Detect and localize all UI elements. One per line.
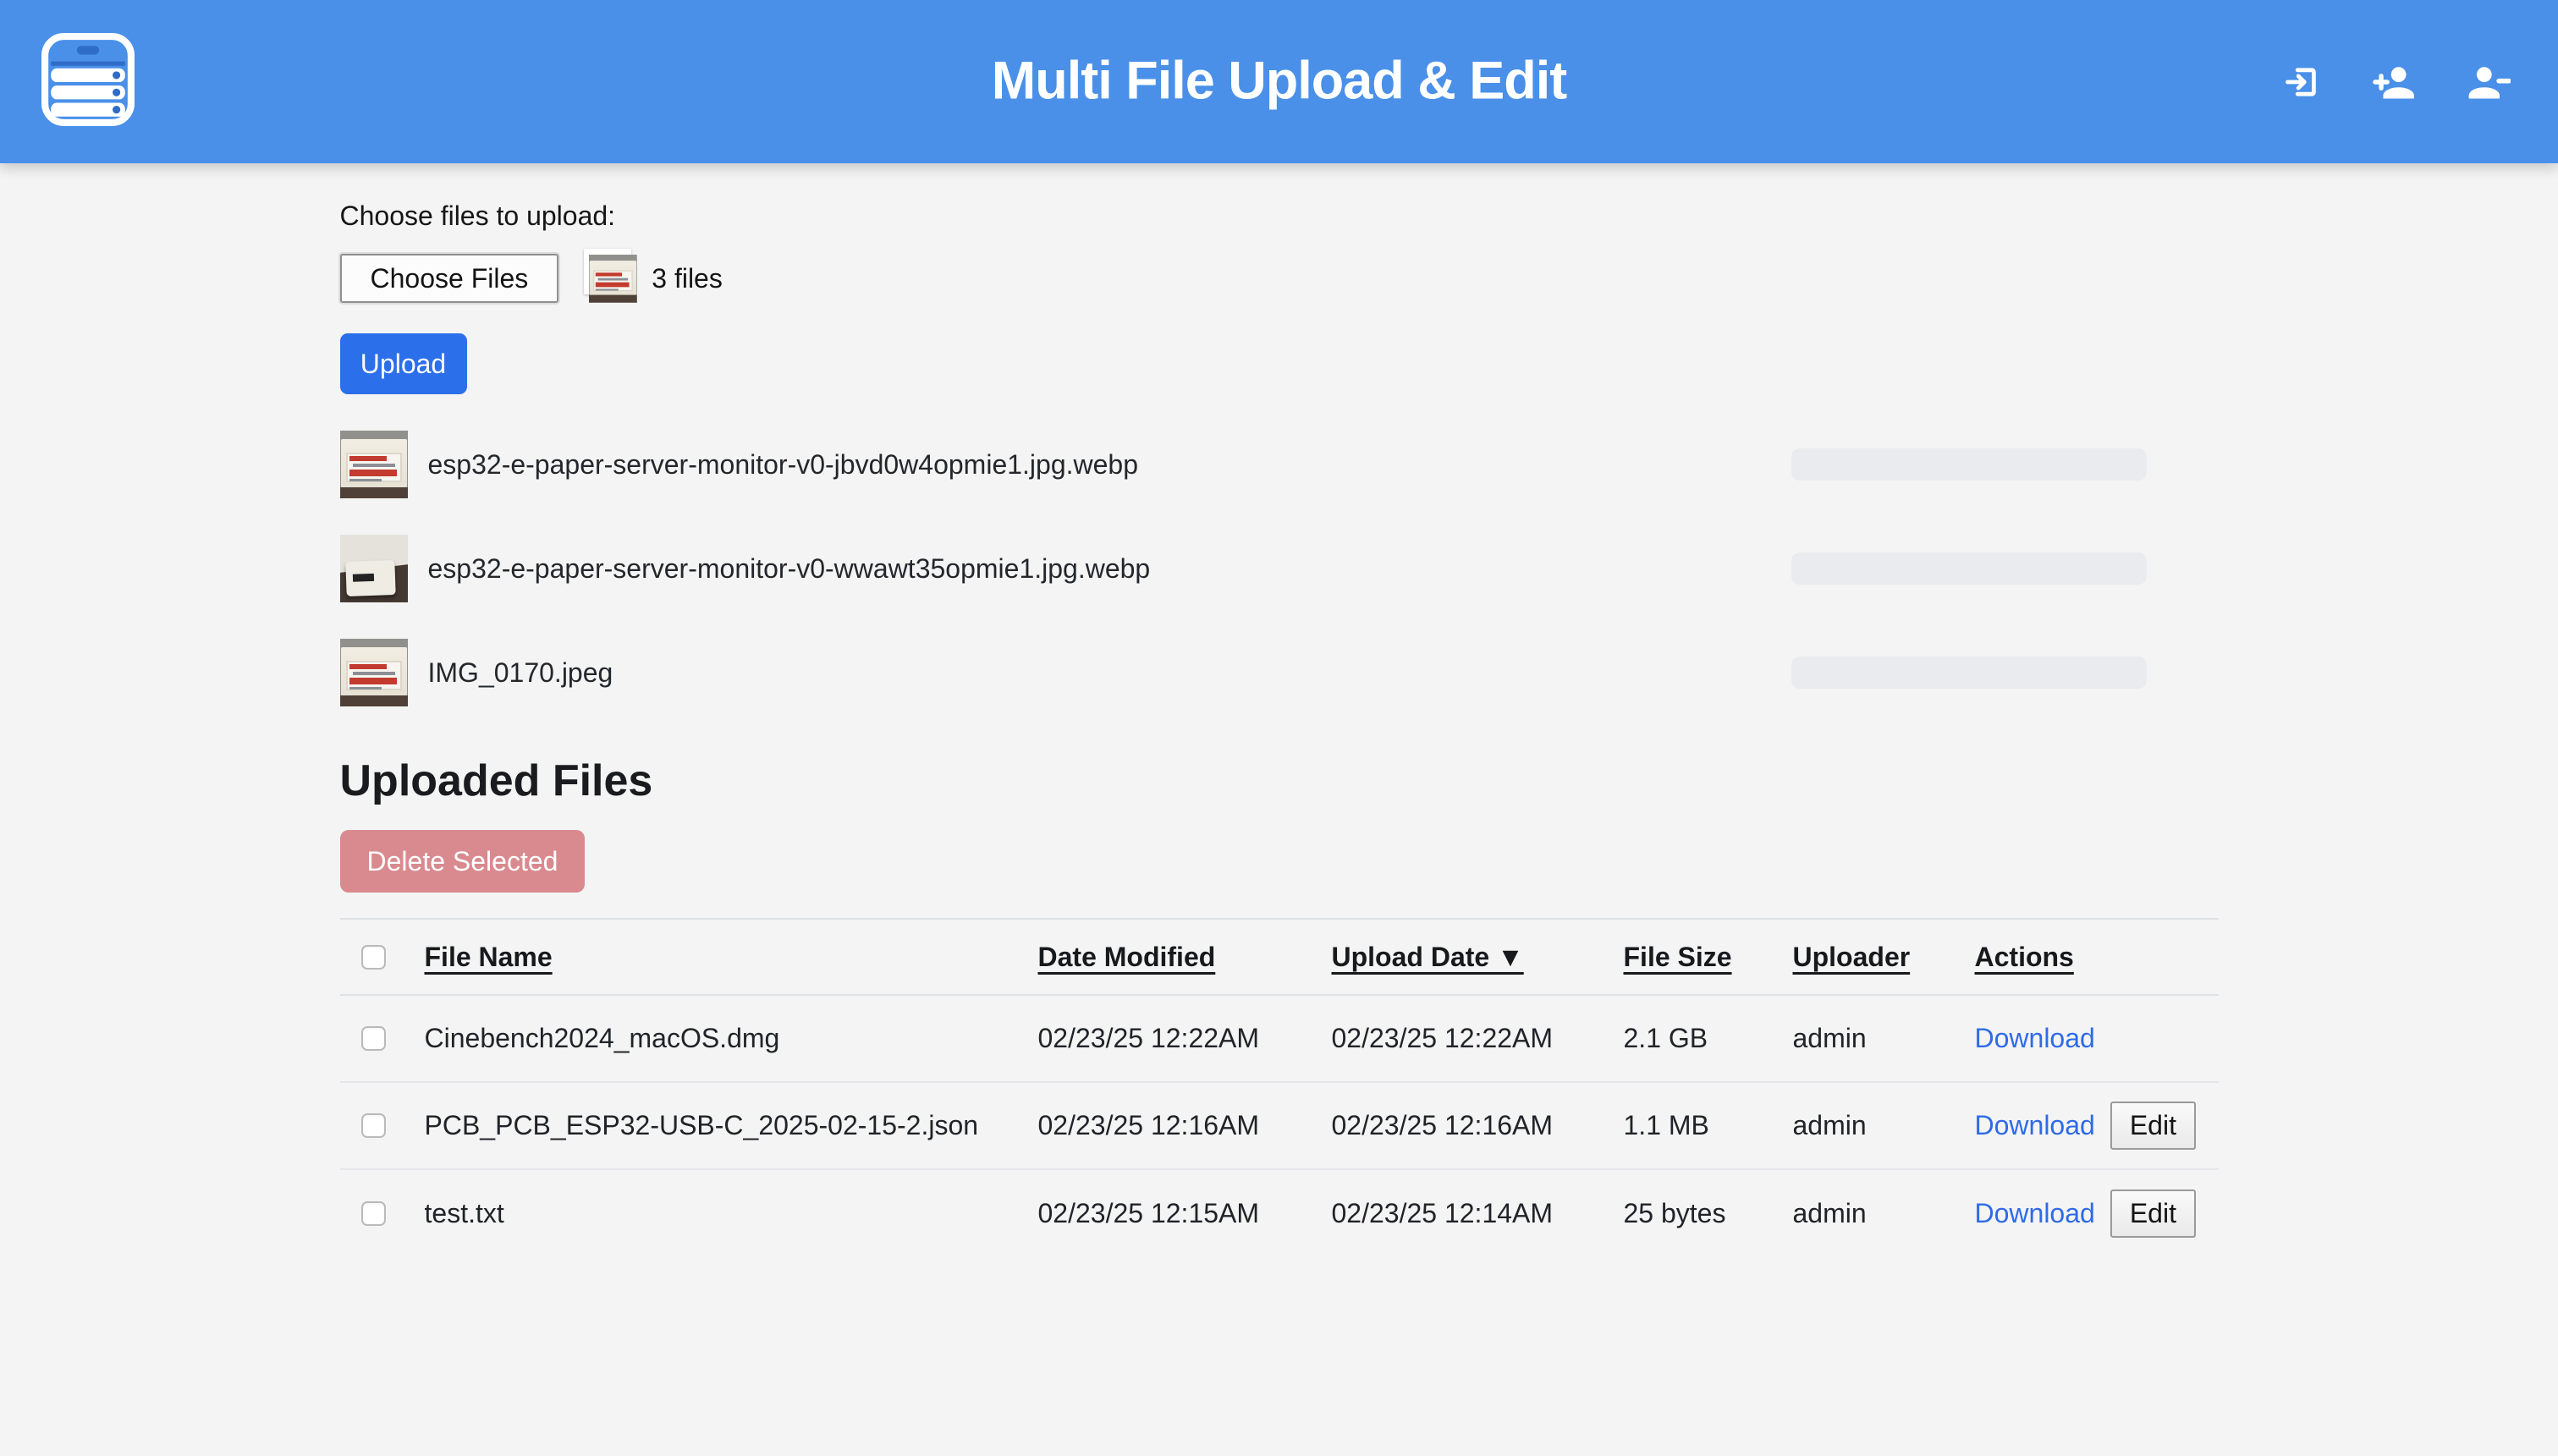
download-link[interactable]: Download <box>1975 1198 2095 1229</box>
column-header-actions[interactable]: Actions <box>1975 942 2074 972</box>
file-photo-thumbnail <box>340 431 408 498</box>
uploaded-files-heading: Uploaded Files <box>340 755 2219 806</box>
cell-file-name: Cinebench2024_macOS.dmg <box>425 1023 1038 1054</box>
edit-button[interactable]: Edit <box>2110 1190 2196 1238</box>
file-input-row: Choose Files 3 files <box>340 254 2219 303</box>
page-title: Multi File Upload & Edit <box>992 50 1566 111</box>
row-checkbox[interactable] <box>361 1026 386 1051</box>
cell-date-modified: 02/23/25 12:16AM <box>1038 1110 1332 1141</box>
upload-progress-bar <box>1791 552 2147 585</box>
cell-date-modified: 02/23/25 12:22AM <box>1038 1023 1332 1054</box>
column-header-upload-date[interactable]: Upload Date ▼ <box>1332 942 1524 972</box>
upload-progress-bar <box>1791 448 2147 481</box>
delete-selected-button[interactable]: Delete Selected <box>340 830 586 893</box>
column-header-file-size[interactable]: File Size <box>1624 942 1732 972</box>
column-header-uploader[interactable]: Uploader <box>1793 942 1911 972</box>
upload-button[interactable]: Upload <box>340 333 467 394</box>
pending-file-row: IMG_0170.jpeg <box>340 639 2219 706</box>
login-icon[interactable] <box>2282 63 2321 102</box>
cell-file-name: PCB_PCB_ESP32-USB-C_2025-02-15-2.json <box>425 1110 1038 1141</box>
uploaded-files-table: File Name Date Modified Upload Date ▼ Fi… <box>340 918 2219 1257</box>
header-actions <box>2282 0 2511 163</box>
cell-uploader: admin <box>1793 1198 1975 1229</box>
cell-file-name: test.txt <box>425 1198 1038 1229</box>
pending-file-row: esp32-e-paper-server-monitor-v0-wwawt35o… <box>340 535 2219 602</box>
choose-files-label: Choose files to upload: <box>340 201 2219 232</box>
app-header: Multi File Upload & Edit <box>0 0 2558 163</box>
photo-thumbnail <box>589 255 637 303</box>
choose-files-button[interactable]: Choose Files <box>340 254 559 303</box>
cell-upload-date: 02/23/25 12:14AM <box>1332 1198 1624 1229</box>
pending-file-name: esp32-e-paper-server-monitor-v0-jbvd0w4o… <box>428 449 1139 481</box>
column-header-date-modified[interactable]: Date Modified <box>1038 942 1216 972</box>
file-photo-thumbnail <box>340 639 408 706</box>
cell-date-modified: 02/23/25 12:15AM <box>1038 1198 1332 1229</box>
download-link[interactable]: Download <box>1975 1023 2095 1054</box>
cell-upload-date: 02/23/25 12:22AM <box>1332 1023 1624 1054</box>
edit-button[interactable]: Edit <box>2110 1102 2196 1150</box>
pending-upload-list: esp32-e-paper-server-monitor-v0-jbvd0w4o… <box>340 431 2219 706</box>
row-checkbox[interactable] <box>361 1201 386 1226</box>
person-add-icon[interactable] <box>2372 60 2416 104</box>
cell-upload-date: 02/23/25 12:16AM <box>1332 1110 1624 1141</box>
main-content: Choose files to upload: Choose Files 3 f… <box>340 163 2219 1257</box>
download-link[interactable]: Download <box>1975 1110 2095 1141</box>
cell-uploader: admin <box>1793 1023 1975 1054</box>
upload-progress-bar <box>1791 657 2147 689</box>
table-header-row: File Name Date Modified Upload Date ▼ Fi… <box>340 918 2219 996</box>
table-row: PCB_PCB_ESP32-USB-C_2025-02-15-2.json 02… <box>340 1083 2219 1170</box>
cell-file-size: 2.1 GB <box>1624 1023 1793 1054</box>
cell-uploader: admin <box>1793 1110 1975 1141</box>
person-remove-icon[interactable] <box>2467 60 2511 104</box>
row-checkbox[interactable] <box>361 1113 386 1138</box>
selected-files-thumbnail <box>589 255 638 303</box>
column-header-file-name[interactable]: File Name <box>425 942 553 972</box>
cell-file-size: 25 bytes <box>1624 1198 1793 1229</box>
file-photo-thumbnail <box>340 535 408 602</box>
server-stack-logo-icon <box>41 32 135 127</box>
table-row: test.txt 02/23/25 12:15AM 02/23/25 12:14… <box>340 1170 2219 1257</box>
pending-file-name: IMG_0170.jpeg <box>428 657 613 689</box>
selected-files-count: 3 files <box>652 263 723 294</box>
pending-file-name: esp32-e-paper-server-monitor-v0-wwawt35o… <box>428 553 1151 585</box>
cell-file-size: 1.1 MB <box>1624 1110 1793 1141</box>
table-row: Cinebench2024_macOS.dmg 02/23/25 12:22AM… <box>340 996 2219 1083</box>
pending-file-row: esp32-e-paper-server-monitor-v0-jbvd0w4o… <box>340 431 2219 498</box>
select-all-checkbox[interactable] <box>361 945 386 970</box>
